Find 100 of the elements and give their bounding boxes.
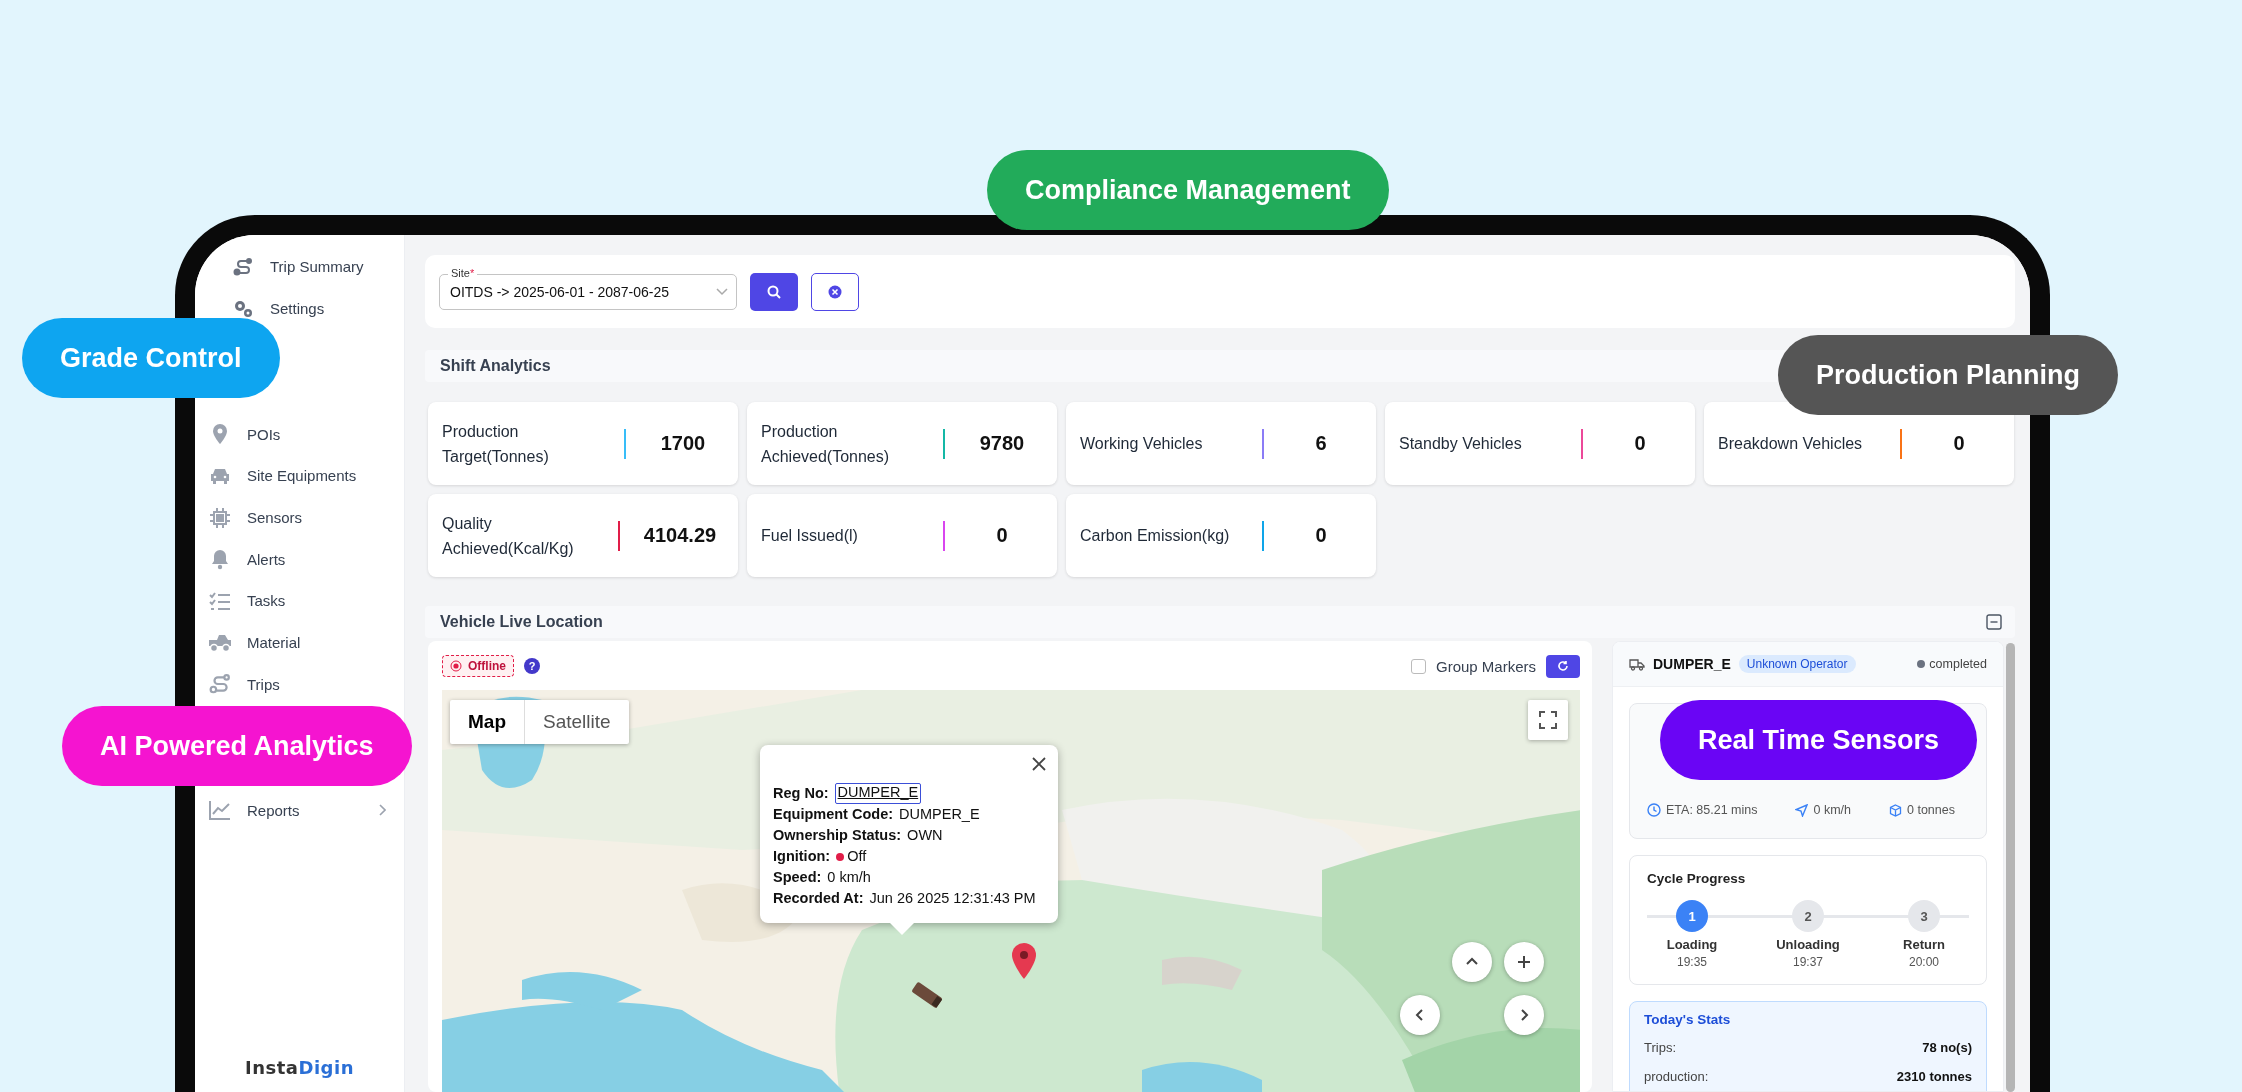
popup-label: Ownership Status: xyxy=(773,826,902,845)
stat-label: Production Achieved(Tonnes) xyxy=(761,421,891,467)
stat-value: 78 no(s) xyxy=(1922,1039,1972,1057)
map-type-tab[interactable]: Satellite xyxy=(525,700,629,744)
step-label: Loading xyxy=(1666,937,1718,952)
trip-status: completed xyxy=(1917,657,1987,671)
operator-badge: Unknown Operator xyxy=(1738,655,1856,673)
caret-icon xyxy=(716,287,728,296)
route-icon xyxy=(209,673,231,696)
sidebar-item[interactable]: Trip Summary xyxy=(195,246,404,288)
popup-label: Equipment Code: xyxy=(773,805,894,824)
map-type-tab[interactable]: Map xyxy=(450,700,525,744)
eta-text: ETA: 85.21 mins xyxy=(1666,803,1758,817)
step-time: 19:35 xyxy=(1677,955,1707,969)
navigation-arrow-icon xyxy=(1795,803,1809,817)
popup-label: Ignition: xyxy=(773,847,831,866)
popup-value: OWN xyxy=(907,826,943,845)
sidebar-item[interactable]: Alerts xyxy=(195,538,404,581)
stat-label: Production Target(Tonnes) xyxy=(442,421,550,467)
promo-label: AI Powered Analytics xyxy=(62,706,412,786)
stat-label: Carbon Emission(kg) xyxy=(1080,526,1231,546)
popup-value: Jun 26 2025 12:31:43 PM xyxy=(869,889,1036,908)
card-title: Today's Stats xyxy=(1644,1012,1732,1027)
gear-icon xyxy=(233,298,253,319)
refresh-icon xyxy=(1557,660,1569,672)
step-label: Unloading xyxy=(1776,937,1840,952)
checkbox[interactable] xyxy=(1410,658,1426,674)
step-time: 19:37 xyxy=(1793,955,1823,969)
plus-icon xyxy=(1516,954,1532,970)
load-text: 0 tonnes xyxy=(1907,803,1955,817)
stat-label: Breakdown Vehicles xyxy=(1718,434,1864,454)
fullscreen-icon xyxy=(1539,711,1557,729)
vehicle-name: DUMPER_E xyxy=(1653,656,1731,672)
stat-label: Trips: xyxy=(1644,1039,1677,1057)
fullscreen-button[interactable] xyxy=(1528,700,1568,740)
clock-icon xyxy=(1647,803,1661,817)
stat-label: Working Vehicles xyxy=(1080,434,1204,454)
reg-link[interactable]: DUMPER_E xyxy=(834,783,922,804)
popup-value: Off xyxy=(836,846,867,867)
speed-text: 0 km/h xyxy=(1813,803,1851,817)
card-title: Cycle Progress xyxy=(1647,871,1747,886)
collapse-icon[interactable] xyxy=(1986,614,2002,630)
popup-value: 0 km/h xyxy=(827,868,871,887)
route-icon xyxy=(233,256,253,277)
box-icon xyxy=(1889,803,1902,817)
popup-label: Reg No: xyxy=(773,784,829,803)
sidebar-item[interactable]: Tasks xyxy=(195,580,404,622)
stat-value: 6 xyxy=(1314,432,1328,455)
stat-value: 0 xyxy=(1952,432,1966,455)
clear-icon xyxy=(828,284,842,299)
checklist-icon xyxy=(209,590,231,611)
field-label: Site* xyxy=(451,266,475,279)
section-title: Vehicle Live Location xyxy=(440,613,603,631)
stat-label: Standby Vehicles xyxy=(1399,434,1523,454)
sidebar-item[interactable]: Site Equipments xyxy=(195,455,404,497)
section-title: Shift Analytics xyxy=(440,357,551,375)
popup-label: Recorded At: xyxy=(773,889,864,908)
bell-icon xyxy=(210,548,230,571)
status-badge: Offline xyxy=(442,655,514,677)
promo-label: Real Time Sensors xyxy=(1660,700,1978,780)
chip-icon xyxy=(209,506,231,529)
search-button[interactable] xyxy=(750,272,798,311)
sidebar-item[interactable]: Reports xyxy=(195,789,404,831)
stat-label: Fuel Issued(l) xyxy=(761,526,859,546)
stat-label: production: xyxy=(1644,1068,1709,1086)
stat-value: 2310 tonnes xyxy=(1896,1068,1972,1086)
chevron-icon xyxy=(378,804,386,817)
promo-label: Grade Control xyxy=(22,318,280,398)
stat-value: 1700 xyxy=(659,432,707,455)
sidebar-item[interactable]: Trips xyxy=(195,663,404,706)
stat-label: Quality Achieved(Kcal/Kg) xyxy=(442,513,575,559)
stat-value: 9780 xyxy=(978,432,1026,455)
sidebar-item[interactable]: POIs xyxy=(195,413,404,456)
promo-label: Production Planning xyxy=(1778,335,2118,415)
pin-icon xyxy=(210,423,230,446)
help-icon[interactable]: ? xyxy=(524,658,540,674)
search-icon xyxy=(767,284,781,299)
step-marker: 2 xyxy=(1792,900,1824,932)
logo: InstaDigin xyxy=(245,1057,354,1078)
stat-value: 4104.29 xyxy=(642,524,718,547)
radio-icon xyxy=(450,660,462,672)
step-marker: 3 xyxy=(1908,900,1940,932)
popup-label: Speed: xyxy=(773,868,822,887)
refresh-button[interactable] xyxy=(1546,654,1580,678)
sidebar-item[interactable]: Material xyxy=(195,621,404,664)
stat-value: 0 xyxy=(1314,524,1328,547)
sidebar-item[interactable]: Sensors xyxy=(195,496,404,539)
pin-icon xyxy=(1011,942,1037,980)
checkbox-label: Group Markers xyxy=(1435,657,1536,675)
step-label: Return xyxy=(1903,937,1945,952)
promo-label: Compliance Management xyxy=(987,150,1389,230)
clear-button[interactable] xyxy=(811,272,859,311)
step-time: 20:00 xyxy=(1909,955,1939,969)
chart-icon xyxy=(209,800,231,821)
scrollbar[interactable] xyxy=(2006,643,2015,1092)
stat-value: 0 xyxy=(1633,432,1647,455)
popup-value: DUMPER_E xyxy=(899,805,980,824)
step-marker: 1 xyxy=(1676,900,1708,932)
close-icon[interactable] xyxy=(1031,757,1046,771)
stat-value: 0 xyxy=(995,524,1009,547)
